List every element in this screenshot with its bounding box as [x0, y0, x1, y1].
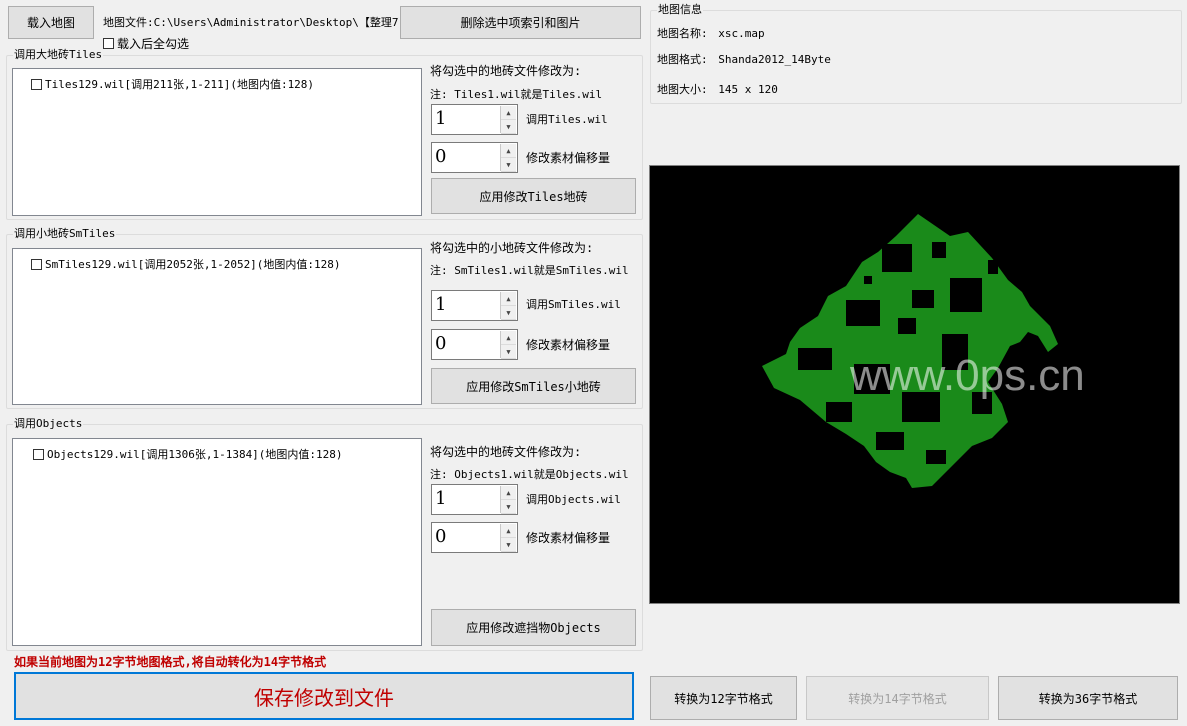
chevron-down-icon[interactable]: ▼	[501, 306, 516, 320]
checkbox-box[interactable]	[103, 38, 114, 49]
chevron-down-icon[interactable]: ▼	[501, 158, 516, 172]
tiles-note: 注: Tiles1.wil就是Tiles.wil	[430, 88, 603, 101]
stepper-value[interactable]: 1	[435, 107, 446, 131]
delete-selected-button[interactable]: 删除选中项索引和图片	[400, 6, 641, 39]
smtiles-note: 注: SmTiles1.wil就是SmTiles.wil	[430, 264, 629, 277]
objects-note: 注: Objects1.wil就是Objects.wil	[430, 468, 629, 481]
map-size-label: 地图大小:	[657, 83, 708, 96]
objects-index-suffix: 调用Objects.wil	[526, 493, 621, 506]
map-format-label: 地图格式:	[657, 53, 708, 66]
item-checkbox[interactable]	[31, 78, 42, 90]
map-name-label: 地图名称:	[657, 27, 708, 40]
chevron-up-icon[interactable]: ▲	[501, 524, 516, 538]
format-warning: 如果当前地图为12字节地图格式,将自动转化为14字节格式	[14, 655, 327, 669]
map-preview-image: www.0ps.cn	[762, 214, 1085, 488]
tiles-item-label: Tiles129.wil[调用211张,1-211](地图内值:128)	[45, 78, 315, 91]
stepper-value[interactable]: 0	[435, 525, 446, 549]
map-file-path: 地图文件:C:\Users\Administrator\Desktop\【整理7…	[103, 16, 399, 29]
stepper-value[interactable]: 0	[435, 145, 446, 169]
map-format-row: 地图格式: Shanda2012_14Byte	[657, 53, 831, 67]
objects-list[interactable]: Objects129.wil[调用1306张,1-1384](地图内值:128)	[12, 438, 422, 646]
smtiles-offset-stepper[interactable]: 0 ▲ ▼	[431, 329, 518, 360]
item-checkbox[interactable]	[33, 448, 44, 460]
tiles-offset-label: 修改素材偏移量	[526, 151, 611, 165]
objects-item-label: Objects129.wil[调用1306张,1-1384](地图内值:128)	[47, 448, 343, 461]
auto-check-checkbox[interactable]: 载入后全勾选	[103, 35, 189, 52]
map-name-value: xsc.map	[718, 27, 765, 40]
convert-14-button: 转换为14字节格式	[806, 676, 989, 720]
item-checkbox[interactable]	[31, 258, 42, 270]
smtiles-index-stepper[interactable]: 1 ▲ ▼	[431, 290, 518, 321]
apply-smtiles-button[interactable]: 应用修改SmTiles小地砖	[431, 368, 636, 404]
convert-12-button[interactable]: 转换为12字节格式	[650, 676, 797, 720]
tiles-index-stepper[interactable]: 1 ▲ ▼	[431, 104, 518, 135]
smtiles-offset-label: 修改素材偏移量	[526, 338, 611, 352]
map-preview[interactable]: www.0ps.cn	[649, 165, 1180, 604]
chevron-down-icon[interactable]: ▼	[501, 538, 516, 552]
tiles-group-title: 调用大地砖Tiles	[13, 48, 104, 62]
list-item[interactable]: Tiles129.wil[调用211张,1-211](地图内值:128)	[31, 76, 314, 92]
chevron-down-icon[interactable]: ▼	[501, 500, 516, 514]
chevron-up-icon[interactable]: ▲	[501, 106, 516, 120]
tiles-offset-stepper[interactable]: 0 ▲ ▼	[431, 142, 518, 173]
map-name-row: 地图名称: xsc.map	[657, 27, 765, 41]
smtiles-index-suffix: 调用SmTiles.wil	[526, 298, 621, 311]
smtiles-group-title: 调用小地砖SmTiles	[13, 227, 117, 241]
chevron-down-icon[interactable]: ▼	[501, 120, 516, 134]
smtiles-list[interactable]: SmTiles129.wil[调用2052张,1-2052](地图内值:128)	[12, 248, 422, 405]
chevron-up-icon[interactable]: ▲	[501, 486, 516, 500]
objects-modify-label: 将勾选中的地砖文件修改为:	[430, 445, 582, 459]
chevron-down-icon[interactable]: ▼	[501, 345, 516, 359]
tiles-index-suffix: 调用Tiles.wil	[526, 113, 608, 126]
smtiles-item-label: SmTiles129.wil[调用2052张,1-2052](地图内值:128)	[45, 258, 341, 271]
watermark-text: www.0ps.cn	[849, 351, 1085, 400]
list-item[interactable]: SmTiles129.wil[调用2052张,1-2052](地图内值:128)	[31, 256, 341, 272]
map-size-row: 地图大小: 145 x 120	[657, 83, 778, 97]
chevron-up-icon[interactable]: ▲	[501, 292, 516, 306]
objects-offset-stepper[interactable]: 0 ▲ ▼	[431, 522, 518, 553]
stepper-value[interactable]: 1	[435, 293, 446, 317]
smtiles-modify-label: 将勾选中的小地砖文件修改为:	[430, 241, 594, 255]
tiles-modify-label: 将勾选中的地砖文件修改为:	[430, 64, 582, 78]
auto-check-label: 载入后全勾选	[117, 37, 190, 51]
apply-tiles-button[interactable]: 应用修改Tiles地砖	[431, 178, 636, 214]
convert-36-button[interactable]: 转换为36字节格式	[998, 676, 1178, 720]
map-format-value: Shanda2012_14Byte	[718, 53, 831, 66]
objects-offset-label: 修改素材偏移量	[526, 531, 611, 545]
objects-group-title: 调用Objects	[13, 417, 84, 431]
tiles-list[interactable]: Tiles129.wil[调用211张,1-211](地图内值:128)	[12, 68, 422, 216]
chevron-up-icon[interactable]: ▲	[501, 331, 516, 345]
stepper-value[interactable]: 0	[435, 332, 446, 356]
objects-index-stepper[interactable]: 1 ▲ ▼	[431, 484, 518, 515]
load-map-button[interactable]: 载入地图	[8, 6, 94, 39]
apply-objects-button[interactable]: 应用修改遮挡物Objects	[431, 609, 636, 646]
map-info-title: 地图信息	[657, 3, 703, 17]
stepper-value[interactable]: 1	[435, 487, 446, 511]
map-size-value: 145 x 120	[718, 83, 778, 96]
chevron-up-icon[interactable]: ▲	[501, 144, 516, 158]
list-item[interactable]: Objects129.wil[调用1306张,1-1384](地图内值:128)	[33, 446, 343, 462]
save-to-file-button[interactable]: 保存修改到文件	[14, 672, 634, 720]
